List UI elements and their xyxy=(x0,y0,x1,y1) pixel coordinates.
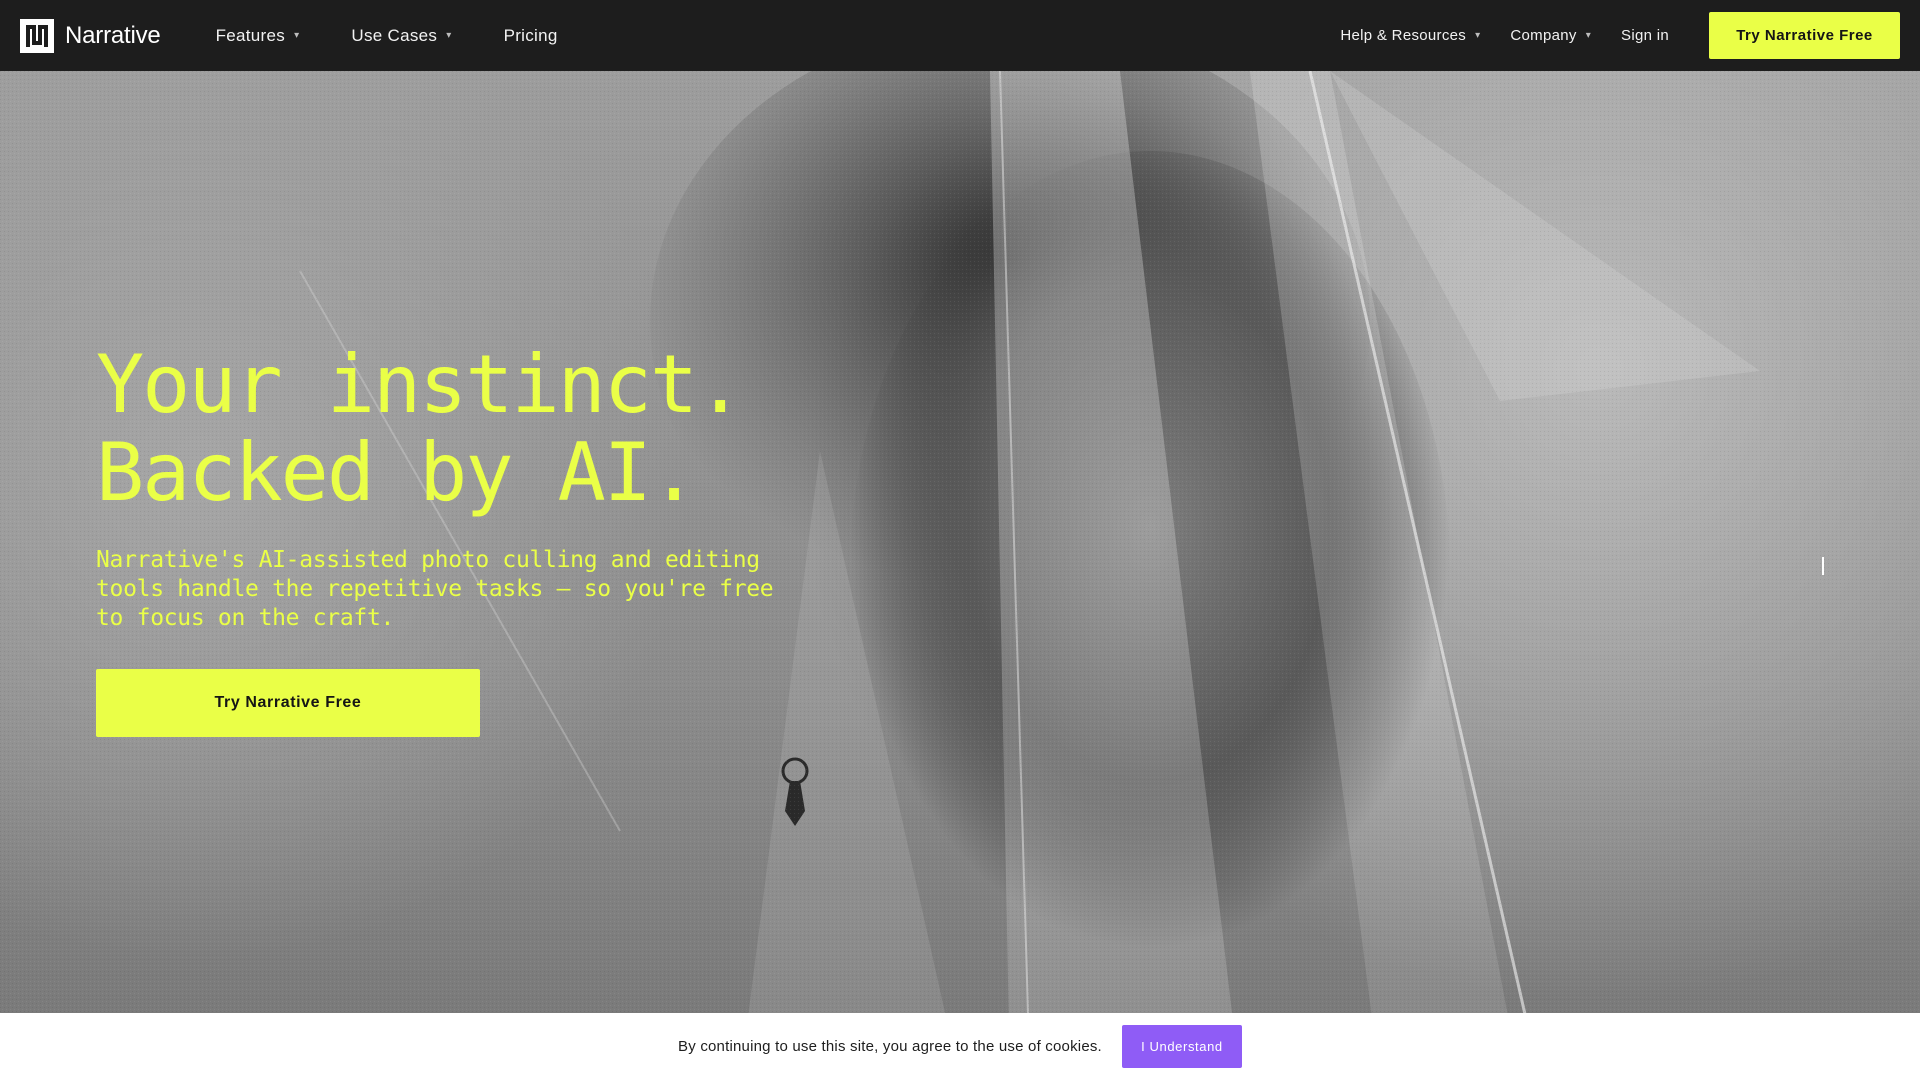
cookie-message: By continuing to use this site, you agre… xyxy=(678,1038,1102,1055)
nav-help-resources-label: Help & Resources xyxy=(1340,27,1467,44)
cookie-accept-button[interactable]: I Understand xyxy=(1121,1025,1242,1068)
hero-headline-line-2: Backed by AI. xyxy=(96,426,698,519)
sign-in-link[interactable]: Sign in xyxy=(1621,0,1669,71)
nav-pricing[interactable]: Pricing xyxy=(504,0,558,71)
hero-subhead: Narrative's AI-assisted photo culling an… xyxy=(96,547,774,631)
hero-headline-line-1: Your instinct. xyxy=(96,338,744,431)
secondary-nav: Help & Resources ▾ Company ▾ Sign in Try… xyxy=(1340,0,1920,71)
nav-use-cases[interactable]: Use Cases ▾ xyxy=(351,0,451,71)
narrative-logo-icon xyxy=(20,18,54,53)
hero-content: Your instinct. Backed by AI. Narrative's… xyxy=(96,341,816,737)
nav-company-label: Company xyxy=(1510,27,1577,44)
nav-company[interactable]: Company ▾ xyxy=(1510,0,1591,71)
hero-section: Your instinct. Backed by AI. Narrative's… xyxy=(0,71,1920,1080)
scroll-marker xyxy=(1822,557,1824,575)
top-navigation: Narrative Features ▾ Use Cases ▾ Pricing… xyxy=(0,0,1920,71)
hero-headline: Your instinct. Backed by AI. xyxy=(96,341,816,517)
brand-logo-link[interactable]: Narrative xyxy=(20,0,161,71)
nav-pricing-label: Pricing xyxy=(503,25,558,45)
nav-use-cases-label: Use Cases xyxy=(351,25,438,45)
hero-try-free-button[interactable]: Try Narrative Free xyxy=(96,669,480,737)
sign-in-label: Sign in xyxy=(1621,27,1669,44)
chevron-down-icon: ▾ xyxy=(446,30,452,41)
brand-name: Narrative xyxy=(65,21,161,49)
nav-features[interactable]: Features ▾ xyxy=(216,0,300,71)
nav-help-resources[interactable]: Help & Resources ▾ xyxy=(1340,0,1480,71)
primary-nav: Features ▾ Use Cases ▾ Pricing xyxy=(216,0,610,71)
chevron-down-icon: ▾ xyxy=(294,30,300,41)
chevron-down-icon: ▾ xyxy=(1475,30,1481,41)
nav-features-label: Features xyxy=(215,25,286,45)
cookie-banner: By continuing to use this site, you agre… xyxy=(0,1013,1920,1080)
chevron-down-icon: ▾ xyxy=(1585,30,1592,41)
nav-try-free-button[interactable]: Try Narrative Free xyxy=(1709,12,1900,59)
